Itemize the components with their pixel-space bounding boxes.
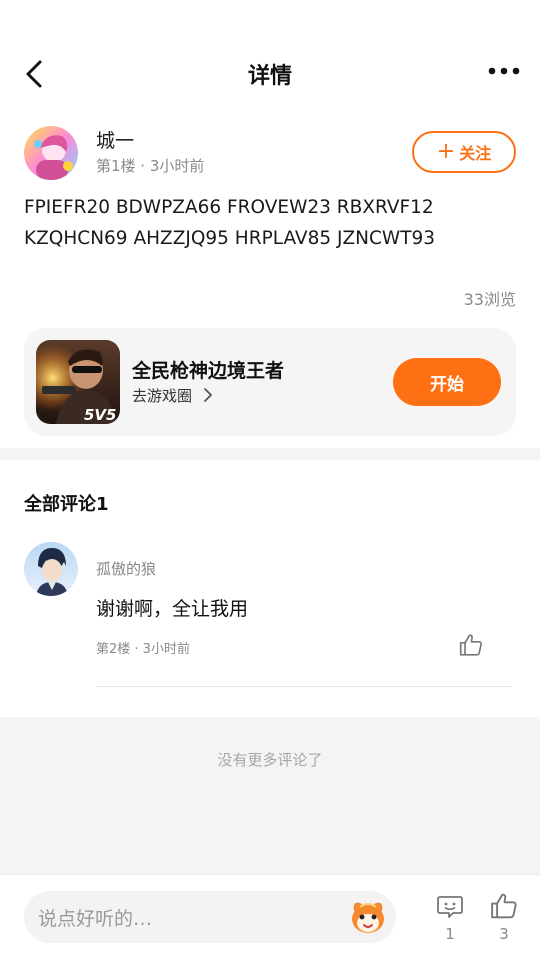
game-circle-link-label: 去游戏圈	[132, 387, 193, 405]
start-game-button[interactable]: 开始	[393, 358, 501, 406]
comment-meta: 第2楼 · 3小时前	[96, 642, 190, 657]
game-card[interactable]: 5V5 全民枪神边境王者 去游戏圈 开始	[24, 328, 516, 436]
comment-text: 谢谢啊，全让我用	[96, 598, 249, 620]
thumbs-up-icon	[459, 634, 482, 656]
follow-label: 关注	[459, 144, 492, 163]
thumbs-up-icon	[491, 893, 517, 919]
comments-footer-area	[0, 717, 540, 877]
comment-like-button[interactable]	[458, 632, 484, 658]
like-count: 3	[499, 925, 509, 943]
author-avatar[interactable]	[24, 126, 78, 180]
game-icon: 5V5	[36, 340, 120, 424]
bottom-bar: 说点好听的… 1 3	[0, 874, 540, 960]
mascot-icon[interactable]	[348, 897, 388, 937]
chevron-right-icon	[203, 388, 212, 402]
comment-count-button[interactable]: 1	[435, 891, 465, 943]
more-button[interactable]	[484, 58, 524, 84]
view-count: 33浏览	[463, 290, 516, 309]
commenter-avatar[interactable]	[24, 542, 78, 596]
like-count-button[interactable]: 3	[489, 891, 519, 943]
comment-input[interactable]: 说点好听的…	[24, 891, 396, 943]
game-circle-link[interactable]: 去游戏圈	[132, 385, 215, 406]
no-more-comments: 没有更多评论了	[217, 751, 323, 769]
comment-count: 1	[445, 925, 455, 943]
page-title: 详情	[247, 64, 292, 89]
section-divider	[0, 448, 540, 460]
post-line: KZQHCN69 AHZZJQ95 HRPLAV85 JZNCWT93	[24, 228, 436, 249]
post-meta: 第1楼 · 3小时前	[96, 157, 205, 175]
comment-author[interactable]: 孤傲的狼	[96, 558, 156, 579]
post-line: FPIEFR20 BDWPZA66 FROVEW23 RBXRVF12	[24, 197, 434, 218]
comments-heading: 全部评论1	[24, 494, 109, 515]
post-content: FPIEFR20 BDWPZA66 FROVEW23 RBXRVF12 KZQH…	[24, 192, 519, 254]
plus-icon: +	[436, 139, 456, 164]
game-name: 全民枪神边境王者	[132, 360, 285, 382]
comment-bubble-icon	[437, 896, 463, 918]
more-icon	[488, 67, 520, 75]
author-name[interactable]: 城一	[96, 126, 134, 153]
game-icon-badge: 5V5	[84, 406, 116, 424]
comment-input-placeholder: 说点好听的…	[38, 908, 153, 930]
comment-separator	[96, 686, 512, 687]
follow-button[interactable]: + 关注	[412, 131, 516, 173]
